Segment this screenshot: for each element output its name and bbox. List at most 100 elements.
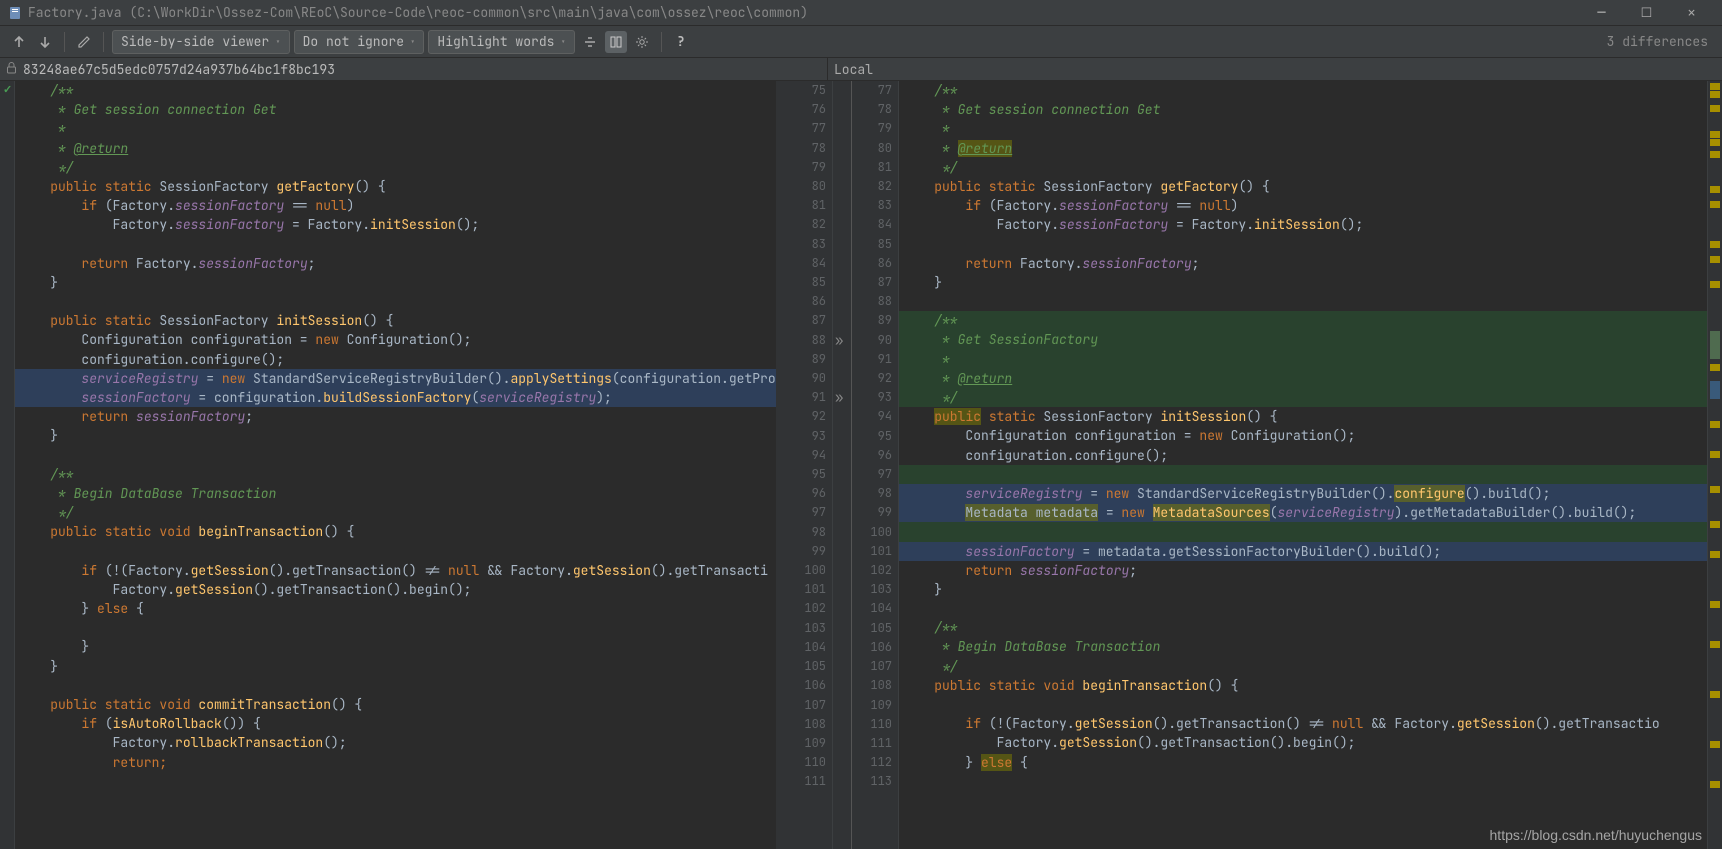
code-line[interactable]: Configuration configuration = new Config… xyxy=(15,330,776,349)
code-line[interactable]: /** xyxy=(15,81,776,100)
right-overview-ruler[interactable] xyxy=(1707,81,1722,849)
code-line[interactable]: public static SessionFactory initSession… xyxy=(899,407,1707,426)
code-line[interactable]: if (!(Factory.getSession().getTransactio… xyxy=(15,561,776,580)
merge-right-icon[interactable]: » xyxy=(835,389,843,407)
warning-marker[interactable] xyxy=(1710,521,1720,528)
code-line[interactable]: } xyxy=(15,426,776,445)
code-line[interactable]: * @return xyxy=(15,139,776,158)
warning-marker[interactable] xyxy=(1710,105,1720,112)
code-line[interactable] xyxy=(899,599,1707,618)
sync-scroll-icon[interactable] xyxy=(605,31,627,53)
code-line[interactable]: public static SessionFactory getFactory(… xyxy=(899,177,1707,196)
code-line[interactable]: * Begin DataBase Transaction xyxy=(899,637,1707,656)
warning-marker[interactable] xyxy=(1710,486,1720,493)
settings-icon[interactable] xyxy=(631,31,653,53)
code-line[interactable]: } xyxy=(15,637,776,656)
warning-marker[interactable] xyxy=(1710,131,1720,138)
code-line[interactable]: public static void beginTransaction() { xyxy=(15,522,776,541)
code-line[interactable]: if (Factory.sessionFactory == null) xyxy=(15,196,776,215)
change-marker[interactable] xyxy=(1710,381,1720,399)
code-line[interactable]: serviceRegistry = new StandardServiceReg… xyxy=(899,484,1707,503)
code-line[interactable]: * @return xyxy=(899,369,1707,388)
code-line[interactable]: */ xyxy=(899,657,1707,676)
edit-icon[interactable] xyxy=(73,31,95,53)
code-line[interactable]: } else { xyxy=(899,753,1707,772)
code-line[interactable]: * @return xyxy=(899,139,1707,158)
code-line[interactable]: */ xyxy=(899,388,1707,407)
warning-marker[interactable] xyxy=(1710,201,1720,208)
viewer-mode-dropdown[interactable]: Side-by-side viewer▾ xyxy=(112,30,290,54)
code-line[interactable]: return Factory.sessionFactory; xyxy=(899,254,1707,273)
code-line[interactable] xyxy=(15,676,776,695)
code-line[interactable]: /** xyxy=(899,311,1707,330)
code-line[interactable]: /** xyxy=(15,465,776,484)
code-line[interactable]: Factory.sessionFactory = Factory.initSes… xyxy=(899,215,1707,234)
collapse-unchanged-icon[interactable] xyxy=(579,31,601,53)
warning-marker[interactable] xyxy=(1710,691,1720,698)
right-code-area[interactable]: /** * Get session connection Get * * @re… xyxy=(899,81,1707,849)
warning-marker[interactable] xyxy=(1710,421,1720,428)
code-line[interactable]: sessionFactory = metadata.getSessionFact… xyxy=(899,542,1707,561)
code-line[interactable]: serviceRegistry = new StandardServiceReg… xyxy=(15,369,776,388)
code-line[interactable] xyxy=(899,235,1707,254)
left-code-area[interactable]: /** * Get session connection Get * * @re… xyxy=(15,81,776,849)
code-line[interactable]: * xyxy=(899,350,1707,369)
ignore-mode-dropdown[interactable]: Do not ignore▾ xyxy=(294,30,425,54)
code-line[interactable]: if (!(Factory.getSession().getTransactio… xyxy=(899,714,1707,733)
code-line[interactable] xyxy=(899,522,1707,541)
code-line[interactable]: Metadata metadata = new MetadataSources(… xyxy=(899,503,1707,522)
code-line[interactable]: public static SessionFactory initSession… xyxy=(15,311,776,330)
warning-marker[interactable] xyxy=(1710,641,1720,648)
left-editor[interactable]: ✓ /** * Get session connection Get * * @… xyxy=(0,81,852,849)
code-line[interactable]: } xyxy=(899,273,1707,292)
warning-marker[interactable] xyxy=(1710,551,1720,558)
warning-marker[interactable] xyxy=(1710,139,1720,146)
code-line[interactable]: return; xyxy=(15,753,776,772)
warning-marker[interactable] xyxy=(1710,601,1720,608)
code-line[interactable]: } xyxy=(899,580,1707,599)
code-line[interactable] xyxy=(899,695,1707,714)
code-line[interactable] xyxy=(899,292,1707,311)
code-line[interactable]: * xyxy=(899,119,1707,138)
code-line[interactable] xyxy=(15,618,776,637)
code-line[interactable]: * Get session connection Get xyxy=(15,100,776,119)
warning-marker[interactable] xyxy=(1710,256,1720,263)
help-icon[interactable]: ? xyxy=(670,31,692,53)
code-line[interactable]: Factory.getSession().getTransaction().be… xyxy=(15,580,776,599)
code-line[interactable]: public static void beginTransaction() { xyxy=(899,676,1707,695)
code-line[interactable]: return sessionFactory; xyxy=(899,561,1707,580)
code-line[interactable]: * Get SessionFactory xyxy=(899,330,1707,349)
code-line[interactable]: if (Factory.sessionFactory == null) xyxy=(899,196,1707,215)
code-line[interactable] xyxy=(15,446,776,465)
code-line[interactable]: * Begin DataBase Transaction xyxy=(15,484,776,503)
code-line[interactable]: if (isAutoRollback()) { xyxy=(15,714,776,733)
warning-marker[interactable] xyxy=(1710,281,1720,288)
code-line[interactable] xyxy=(15,235,776,254)
code-line[interactable]: * Get session connection Get xyxy=(899,100,1707,119)
warning-marker[interactable] xyxy=(1710,151,1720,158)
warning-marker[interactable] xyxy=(1710,241,1720,248)
close-button[interactable]: ✕ xyxy=(1669,0,1714,25)
code-line[interactable]: Factory.rollbackTransaction(); xyxy=(15,733,776,752)
code-line[interactable]: Factory.getSession().getTransaction().be… xyxy=(899,733,1707,752)
code-line[interactable]: return sessionFactory; xyxy=(15,407,776,426)
code-line[interactable]: public static void commitTransaction() { xyxy=(15,695,776,714)
code-line[interactable] xyxy=(15,292,776,311)
code-line[interactable]: configuration.configure(); xyxy=(899,446,1707,465)
warning-marker[interactable] xyxy=(1710,186,1720,193)
code-line[interactable]: Configuration configuration = new Config… xyxy=(899,426,1707,445)
code-line[interactable]: */ xyxy=(15,503,776,522)
code-line[interactable]: Factory.sessionFactory = Factory.initSes… xyxy=(15,215,776,234)
code-line[interactable]: /** xyxy=(899,81,1707,100)
warning-marker[interactable] xyxy=(1710,83,1720,90)
right-editor[interactable]: 7778798081828384858687888990919293949596… xyxy=(852,81,1722,849)
code-line[interactable] xyxy=(899,465,1707,484)
maximize-button[interactable]: ☐ xyxy=(1624,0,1669,25)
merge-right-icon[interactable]: » xyxy=(835,332,843,350)
prev-diff-button[interactable] xyxy=(8,31,30,53)
highlight-mode-dropdown[interactable]: Highlight words▾ xyxy=(428,30,574,54)
next-diff-button[interactable] xyxy=(34,31,56,53)
warning-marker[interactable] xyxy=(1710,364,1720,371)
code-line[interactable]: } xyxy=(15,657,776,676)
minimize-button[interactable]: ─ xyxy=(1579,0,1624,25)
